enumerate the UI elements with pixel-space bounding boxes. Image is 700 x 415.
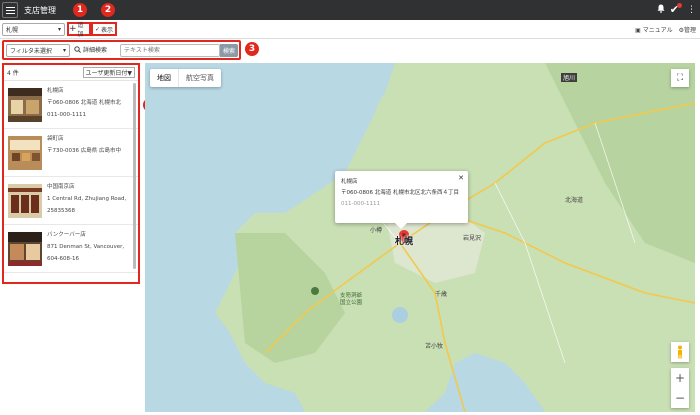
map-place-label: 苫小牧 xyxy=(425,343,444,350)
manual-label: マニュアル xyxy=(642,27,673,34)
street-view-button[interactable] xyxy=(671,342,689,362)
list-item[interactable]: 札幌店 〒060-0806 北海道 札幌市北 011-000-1111 xyxy=(4,81,138,129)
hamburger-menu-button[interactable] xyxy=(2,2,18,18)
hamburger-icon xyxy=(5,6,15,14)
list-item-text: 札幌店 〒060-0806 北海道 札幌市北 011-000-1111 xyxy=(47,85,131,121)
branch-photo xyxy=(8,184,42,218)
branch-photo xyxy=(8,88,42,122)
fullscreen-button[interactable]: ⛶ xyxy=(671,69,689,87)
office-select[interactable]: 札幌 ▾ xyxy=(2,23,65,36)
help-links: ▣ マニュアル ⚙管理 xyxy=(635,25,696,34)
popup-branch-phone: 011-000-1111 xyxy=(341,201,380,207)
pegman-icon xyxy=(678,345,682,359)
view-button[interactable]: ✓ 表示 xyxy=(91,22,117,36)
add-button[interactable]: + 追加 xyxy=(67,22,91,38)
branch-name: バンクーバー店 xyxy=(47,232,86,238)
tab-map[interactable]: 地図 xyxy=(150,69,178,87)
manual-link[interactable]: ▣ マニュアル xyxy=(635,25,672,34)
branch-address: 〒730-0036 広島県 広島市中 xyxy=(47,148,121,154)
list-item-text: バンクーバー店 871 Denman St, Vancouver, 604-60… xyxy=(47,229,131,265)
list-item-text: 袋町店 〒730-0036 広島県 広島市中 xyxy=(47,133,131,157)
list-scrollbar[interactable] xyxy=(133,83,136,269)
list-item[interactable]: 袋町店 〒730-0036 広島県 広島市中 xyxy=(4,129,138,177)
close-icon[interactable]: ✕ xyxy=(458,173,464,184)
text-search-input[interactable] xyxy=(120,44,220,57)
popup-branch-address: 〒060-0806 北海道 札幌市北区北六条西４丁目 xyxy=(341,190,459,196)
check-icon: ✓ xyxy=(94,25,100,33)
zoom-out-button[interactable]: − xyxy=(675,391,685,405)
result-count: 4 件 xyxy=(7,70,19,77)
filter-select-value: フィルタ未選択 xyxy=(10,48,52,55)
notification-bell-icon[interactable] xyxy=(657,4,665,16)
list-item[interactable]: バンクーバー店 871 Denman St, Vancouver, 604-60… xyxy=(4,225,138,273)
callout-badge-1: 1 xyxy=(73,3,87,17)
search-button[interactable]: 検索 xyxy=(220,44,238,57)
branch-phone: 25835368 xyxy=(47,208,75,214)
main-toolbar: 札幌 ▾ + 追加 ✓ 表示 ▣ マニュアル ⚙管理 xyxy=(0,20,700,39)
branch-photo xyxy=(8,232,42,266)
info-window: ✕ 札幌店 〒060-0806 北海道 札幌市北区北六条西４丁目 011-000… xyxy=(335,171,468,229)
branch-name: 中国南京店 xyxy=(47,184,75,190)
view-button-label: 表示 xyxy=(101,26,114,34)
filter-search-bar: フィルタ未選択 ▾ 詳細検索 検索 xyxy=(2,40,241,60)
city-label: 札幌 xyxy=(395,237,414,247)
app-title: 支店管理 xyxy=(24,5,56,15)
chevron-down-icon: ▾ xyxy=(57,26,61,33)
branch-address: 〒060-0806 北海道 札幌市北 xyxy=(47,100,121,106)
unread-dot xyxy=(677,3,682,8)
branch-phone: 604-608-16 xyxy=(47,256,79,262)
plus-icon: + xyxy=(69,24,77,34)
chevron-down-icon: ▾ xyxy=(62,47,66,54)
filter-select[interactable]: フィルタ未選択 ▾ xyxy=(6,44,70,57)
search-icon xyxy=(74,46,81,53)
map-place-label: 岩見沢 xyxy=(463,235,482,242)
advanced-search-link[interactable]: 詳細検索 xyxy=(74,45,107,54)
map-place-label: 旭川 xyxy=(561,73,578,82)
list-item[interactable]: 中国南京店 1 Central Rd, Zhujiang Road, 25835… xyxy=(4,177,138,225)
fullscreen-icon: ⛶ xyxy=(676,73,684,83)
callout-badge-3: 3 xyxy=(245,42,259,56)
branch-name: 袋町店 xyxy=(47,136,64,142)
map-place-label: 北海道 xyxy=(565,197,584,204)
callout-badge-2: 2 xyxy=(101,3,115,17)
advanced-search-label: 詳細検索 xyxy=(83,47,108,54)
map-place-label: 支笏洞爺国立公園 xyxy=(340,293,363,306)
branch-name: 札幌店 xyxy=(47,88,64,94)
manage-label: 管理 xyxy=(683,27,696,34)
sort-select[interactable]: ユーザ更新日付▼ xyxy=(82,67,135,78)
add-button-label: 追加 xyxy=(77,22,84,38)
office-select-value: 札幌 xyxy=(6,27,19,34)
map-type-tabs: 地図 航空写真 xyxy=(150,69,221,87)
branch-address: 871 Denman St, Vancouver, xyxy=(47,244,125,250)
branch-phone: 011-000-1111 xyxy=(47,112,86,118)
tab-aerial[interactable]: 航空写真 xyxy=(178,69,221,87)
branch-list-panel: 4 件 ユーザ更新日付▼ 札幌店 〒060-0806 北海道 札幌市北 011-… xyxy=(2,63,140,284)
map-place-label: 小樽 xyxy=(370,227,383,234)
map-place-label: 千歳 xyxy=(435,291,448,298)
list-item-text: 中国南京店 1 Central Rd, Zhujiang Road, 25835… xyxy=(47,181,131,217)
task-check-icon[interactable]: ✔ xyxy=(670,3,682,16)
branch-address: 1 Central Rd, Zhujiang Road, xyxy=(47,196,127,202)
more-options-icon[interactable]: ⋮ xyxy=(687,5,696,15)
zoom-control: + − xyxy=(671,368,689,408)
map-terrain xyxy=(215,63,695,412)
book-icon: ▣ xyxy=(635,27,641,34)
manage-link[interactable]: ⚙管理 xyxy=(679,25,696,34)
header-actions: ✔ ⋮ xyxy=(657,3,696,16)
branch-photo xyxy=(8,136,42,170)
list-header: 4 件 ユーザ更新日付▼ xyxy=(4,65,138,81)
map-view[interactable]: 旭川 北海道 支笏洞爺国立公園 千歳 小樽 岩見沢 苫小牧 地図 航空写真 ⛶ … xyxy=(145,63,695,412)
zoom-in-button[interactable]: + xyxy=(675,371,685,385)
popup-branch-name: 札幌店 xyxy=(341,179,358,185)
